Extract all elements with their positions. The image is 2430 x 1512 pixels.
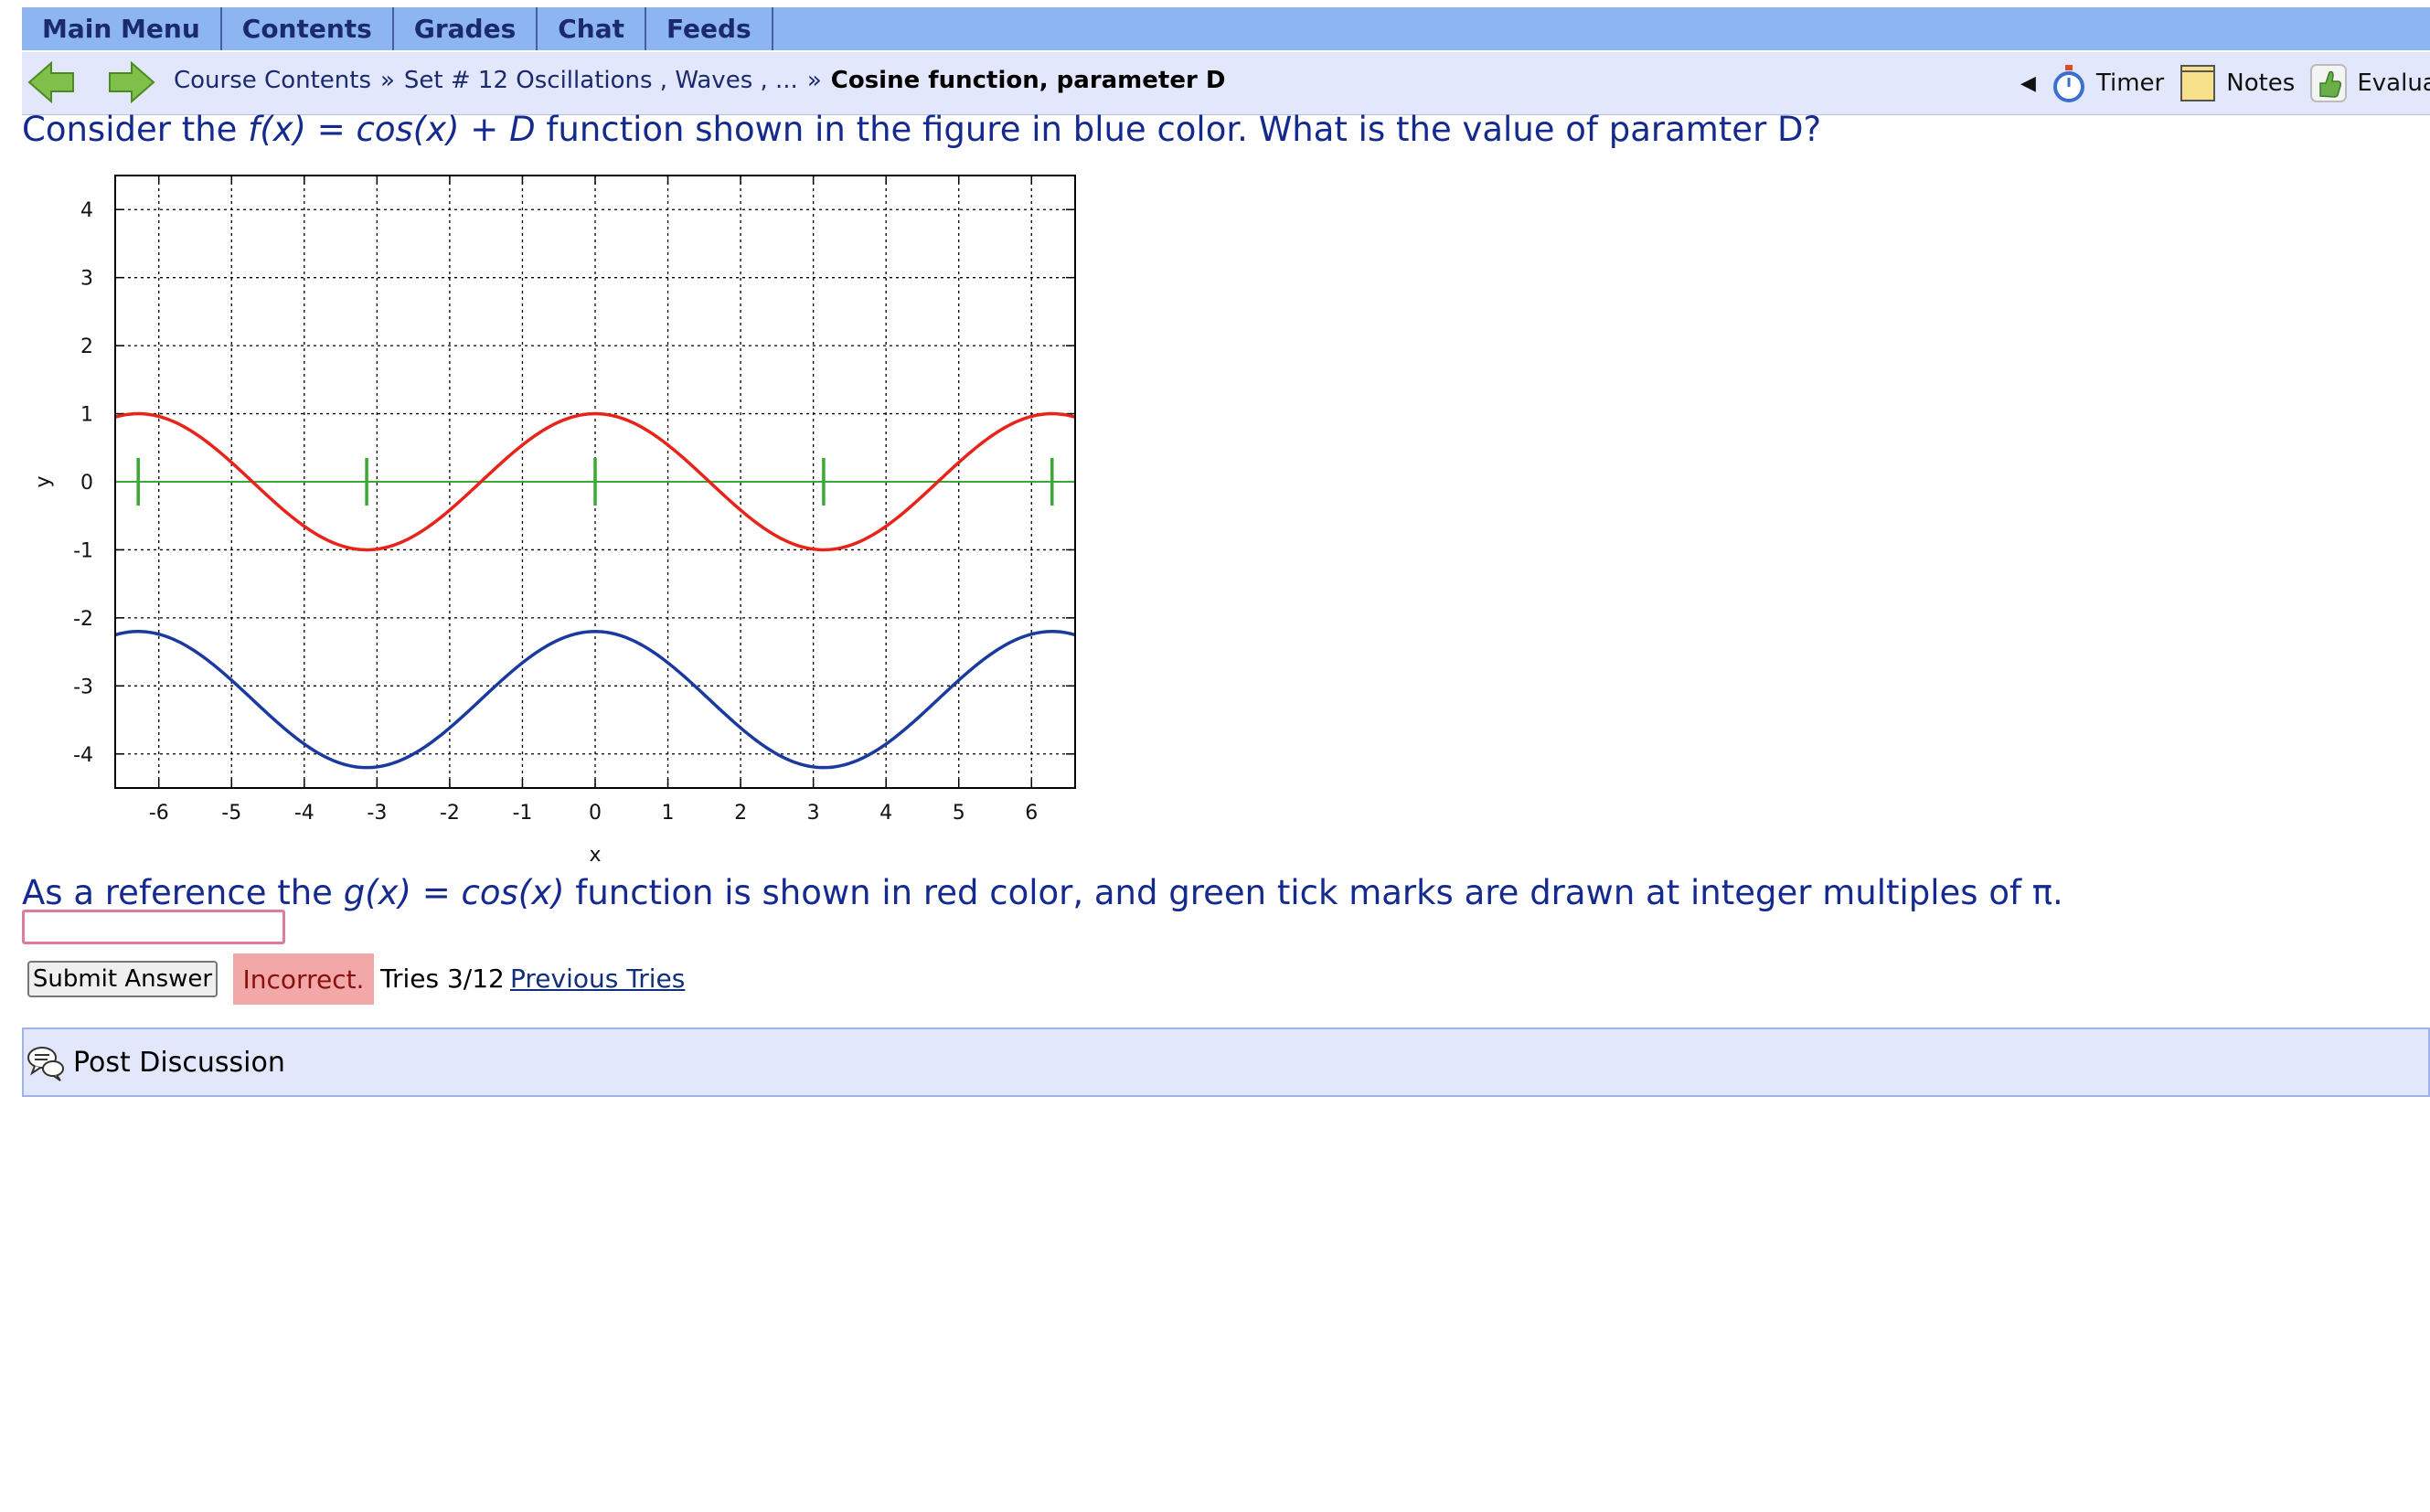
menu-grades[interactable]: Grades [394, 7, 538, 50]
reference-text-start: As a reference the [22, 873, 344, 912]
y-tick-label: 1 [80, 404, 93, 427]
cosine-plot: -6 -5 -4 -3 -2 -1 0 1 2 3 4 5 6 -4 -3 -2 -1 0 1 2 3 4 x y [32, 175, 1076, 867]
math-cosx: cos(x) [356, 110, 460, 149]
collapse-tools-button[interactable]: ◀ [2020, 72, 2036, 95]
y-tick-label: -2 [73, 608, 93, 631]
question-text: Consider the f(x) = cos(x) + D function … [22, 110, 1821, 149]
right-tools: ◀ Timer Notes Evaluat [2020, 59, 2430, 107]
notepad-icon [2180, 65, 2216, 101]
x-tick-label: 5 [953, 802, 965, 825]
timer-button[interactable]: Timer [2051, 63, 2164, 103]
math-cosx: cos(x) [461, 873, 565, 912]
breadcrumb-current-page: Cosine function, parameter D [830, 67, 1226, 94]
previous-tries-link[interactable]: Previous Tries [510, 964, 685, 994]
x-tick-label: 4 [879, 802, 892, 825]
x-tick-label: 3 [807, 802, 820, 825]
math-plus: + [459, 110, 510, 149]
tries-counter: Tries 3/12 [380, 964, 505, 994]
math-gx: g(x) [343, 873, 411, 912]
breadcrumb-separator: » [380, 67, 395, 94]
y-axis-label: y [32, 475, 55, 487]
y-tick-label: 0 [80, 472, 93, 495]
reference-text: As a reference the g(x) = cos(x) functio… [22, 873, 2063, 912]
forward-arrow-icon[interactable] [106, 59, 157, 105]
math-equals: = [410, 873, 462, 912]
math-fx: f(x) [248, 110, 306, 149]
breadcrumb: Course Contents » Set # 12 Oscillations , … [174, 67, 1225, 94]
y-tick-label: -1 [73, 539, 93, 562]
x-tick-label: -5 [221, 802, 241, 825]
incorrect-status-badge: Incorrect. [233, 953, 374, 1005]
post-discussion-label[interactable]: Post Discussion [73, 1047, 285, 1079]
x-tick-label: -4 [294, 802, 314, 825]
x-tick-labels: -6 -5 -4 -3 -2 -1 0 1 2 3 4 5 6 [149, 802, 1039, 825]
question-text-end: function shown in the figure in blue col… [535, 110, 1822, 149]
y-tick-labels: -4 -3 -2 -1 0 1 2 3 4 [73, 199, 93, 767]
y-tick-label: -3 [73, 676, 93, 698]
question-text-start: Consider the [22, 110, 249, 149]
post-discussion-bar[interactable]: Post Discussion [22, 1028, 2430, 1097]
reference-text-end: function is shown in red color, and gree… [564, 873, 2063, 912]
math-equals: = [305, 110, 357, 149]
speech-bubbles-icon [27, 1047, 64, 1081]
main-menu-bar: Main Menu Contents Grades Chat Feeds [22, 7, 2430, 50]
x-tick-label: 0 [589, 802, 602, 825]
menu-contents[interactable]: Contents [222, 7, 394, 50]
x-tick-label: 2 [734, 802, 747, 825]
menu-chat[interactable]: Chat [538, 7, 646, 50]
submit-answer-button[interactable]: Submit Answer [27, 961, 218, 997]
menu-main-menu[interactable]: Main Menu [22, 7, 222, 50]
x-tick-label: 6 [1025, 802, 1038, 825]
evaluate-label: Evaluat [2357, 69, 2430, 97]
stopwatch-icon [2052, 65, 2084, 102]
x-tick-label: -3 [367, 802, 387, 825]
notes-button[interactable]: Notes [2179, 63, 2295, 103]
x-tick-label: -2 [440, 802, 460, 825]
y-tick-label: 2 [80, 335, 93, 358]
x-tick-label: -6 [149, 802, 169, 825]
x-tick-label: 1 [662, 802, 675, 825]
answer-input[interactable] [22, 910, 285, 944]
menu-feeds[interactable]: Feeds [646, 7, 773, 50]
breadcrumb-separator: » [806, 67, 822, 94]
nav-bar: Course Contents » Set # 12 Oscillations , … [22, 52, 2430, 115]
evaluate-button[interactable]: Evaluat [2309, 63, 2430, 103]
breadcrumb-course-contents[interactable]: Course Contents [174, 67, 371, 94]
x-tick-label: -1 [512, 802, 532, 825]
y-tick-label: -4 [73, 744, 93, 767]
y-tick-label: 3 [80, 268, 93, 291]
timer-label: Timer [2095, 69, 2165, 97]
math-d: D [509, 110, 536, 149]
breadcrumb-set-12[interactable]: Set # 12 Oscillations , Waves , ... [404, 67, 798, 94]
y-tick-label: 4 [80, 199, 93, 222]
notes-label: Notes [2226, 69, 2296, 97]
back-arrow-icon[interactable] [26, 59, 77, 105]
thumbs-up-icon [2310, 64, 2348, 102]
x-axis-label: x [589, 844, 601, 867]
